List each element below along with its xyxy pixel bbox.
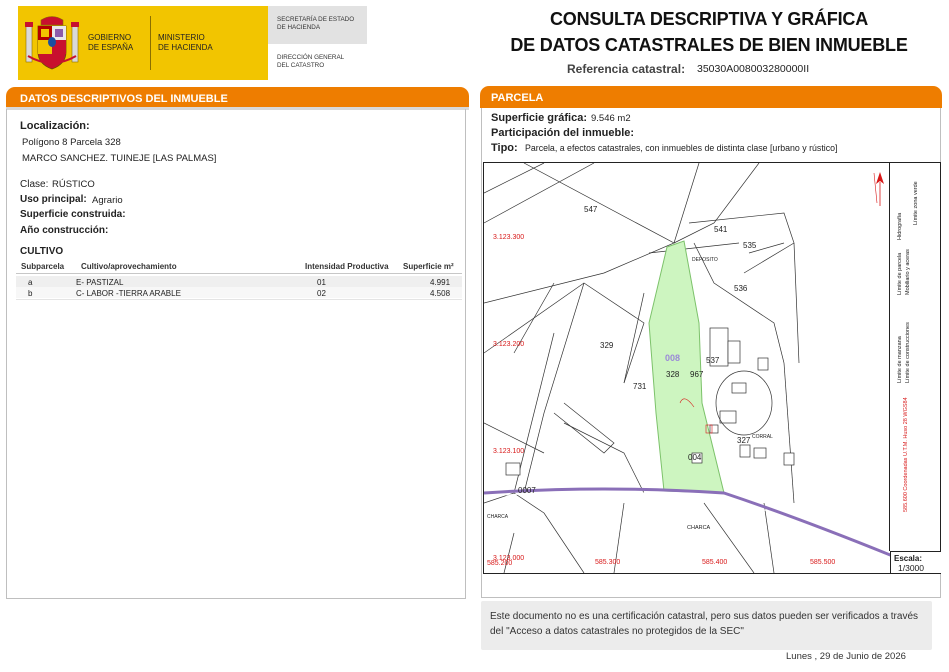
- parcel-537: 537: [706, 356, 720, 365]
- cadastral-reference-label: Referencia catastral:: [567, 62, 686, 76]
- parcel-536: 536: [734, 284, 748, 293]
- participation-label: Participación del inmueble:: [491, 127, 635, 139]
- x-coord-585400: 585.400: [702, 559, 728, 566]
- row1-area: 4.991: [430, 278, 451, 287]
- map-drawing: [484, 163, 935, 573]
- coat-of-arms-icon: [25, 16, 79, 70]
- charca-label-left: CHARCA: [487, 514, 509, 520]
- row2-subparcel: b: [28, 289, 33, 298]
- class-value: RÚSTICO: [52, 179, 95, 190]
- col-subparcel: Subparcela: [21, 262, 65, 271]
- directorate-label: DIRECCIÓN GENERAL DEL CATASTRO: [277, 54, 345, 69]
- type-value: Parcela, a efectos catastrales, con inmu…: [525, 143, 838, 153]
- crop-title: CULTIVO: [20, 246, 64, 257]
- cadastral-reference-value: 35030A008003280000II: [697, 63, 810, 75]
- row1-intensity: 01: [317, 278, 326, 287]
- type-label: Tipo:: [491, 142, 518, 154]
- parcel-328: 328: [666, 370, 680, 379]
- parcel-535: 535: [743, 241, 757, 250]
- disclaimer-text: Este documento no es una certificación c…: [490, 611, 919, 637]
- x-coord-585500: 585.500: [810, 559, 836, 566]
- table-header-line: [16, 273, 462, 274]
- legend-building-limit: Límite de construcciones: [905, 322, 911, 383]
- row2-crop: C- LABOR -TIERRA ARABLE: [76, 289, 181, 298]
- row1-crop: E- PASTIZAL: [76, 278, 124, 287]
- class-label: Clase:: [20, 179, 49, 190]
- location-line2: MARCO SANCHEZ. TUINEJE [LAS PALMAS]: [22, 153, 217, 164]
- col-crop: Cultivo/aprovechamiento: [81, 262, 177, 271]
- table-bottom-line: [16, 299, 462, 300]
- parcel-731: 731: [633, 382, 647, 391]
- graphic-area-label: Superficie gráfica:: [491, 112, 587, 124]
- legend-block-limit: Límite de manzana: [897, 336, 903, 383]
- page-title-line2: DE DATOS CATASTRALES DE BIEN INMUEBLE: [510, 35, 908, 55]
- main-use-value: Agrario: [92, 195, 123, 206]
- legend-parcel-limit: Límite de parcela: [897, 252, 903, 295]
- parcel-329: 329: [600, 341, 614, 350]
- north-arrow-icon: [876, 172, 884, 206]
- main-use-label: Uso principal:: [20, 194, 87, 205]
- legend-green-zone: Límite zona verde: [913, 181, 919, 225]
- page-title-line1: CONSULTA DESCRIPTIVA Y GRÁFICA: [549, 9, 869, 29]
- y-coord-3123300: 3.123.300: [493, 234, 525, 241]
- col-area: Superficie m²: [403, 262, 454, 271]
- legend-divider: [889, 162, 890, 551]
- ministry-label: MINISTERIO DE HACIENDA: [158, 33, 213, 52]
- y-coord-3123200: 3.123.200: [493, 341, 525, 348]
- x-coord-585300: 585.300: [595, 559, 621, 566]
- legend-furniture: Mobiliario y aceras: [905, 249, 911, 295]
- deposit-label: DEPOSITO: [692, 257, 718, 263]
- scale-value: 1/3000: [898, 563, 924, 573]
- parcel-541: 541: [714, 225, 728, 234]
- cadastral-map[interactable]: [483, 162, 941, 574]
- secretariat-box: SECRETARÍA DE ESTADO DE HACIENDA: [268, 6, 367, 44]
- col-intensity: Intensidad Productiva: [305, 262, 389, 271]
- crs-note: 585.600 Coordenadas U.T.M. Huso 28 WGS84: [903, 397, 909, 512]
- location-label: Localización:: [20, 120, 90, 132]
- government-logo: GOBIERNO DE ESPAÑA MINISTERIO DE HACIENDA: [18, 6, 268, 80]
- secretariat-label: SECRETARÍA DE ESTADO DE HACIENDA: [277, 16, 355, 31]
- x-coord-585200: 585.200: [487, 560, 513, 567]
- built-area-label: Superficie construida:: [20, 209, 126, 220]
- location-line1: Polígono 8 Parcela 328: [22, 137, 121, 148]
- descriptive-data-header: DATOS DESCRIPTIVOS DEL INMUEBLE: [6, 87, 469, 109]
- charca-label-center: CHARCA: [687, 525, 711, 531]
- row1-subparcel: a: [28, 278, 33, 287]
- row2-intensity: 02: [317, 289, 326, 298]
- scale-label: Escala:: [894, 554, 923, 563]
- y-coord-3123100: 3.123.100: [493, 448, 525, 455]
- parcel-008: 008: [665, 353, 681, 363]
- document-date: Lunes , 29 de Junio de 2026: [786, 651, 906, 662]
- row2-area: 4.508: [430, 289, 451, 298]
- graphic-area-value: 9.546 m2: [591, 113, 631, 124]
- parcel-header: PARCELA: [480, 86, 942, 108]
- parcel-004: 004: [688, 453, 702, 462]
- parcel-547: 547: [584, 205, 598, 214]
- build-year-label: Año construcción:: [20, 225, 109, 236]
- parcel-327: 327: [737, 436, 751, 445]
- parcel-967: 967: [690, 370, 704, 379]
- corral-label: CORRAL: [752, 434, 773, 440]
- legend-hydrography: Hidrografía: [897, 212, 903, 240]
- government-label: GOBIERNO DE ESPAÑA: [88, 33, 134, 52]
- logo-divider: [150, 16, 151, 70]
- parcel-0007: 0007: [518, 486, 536, 495]
